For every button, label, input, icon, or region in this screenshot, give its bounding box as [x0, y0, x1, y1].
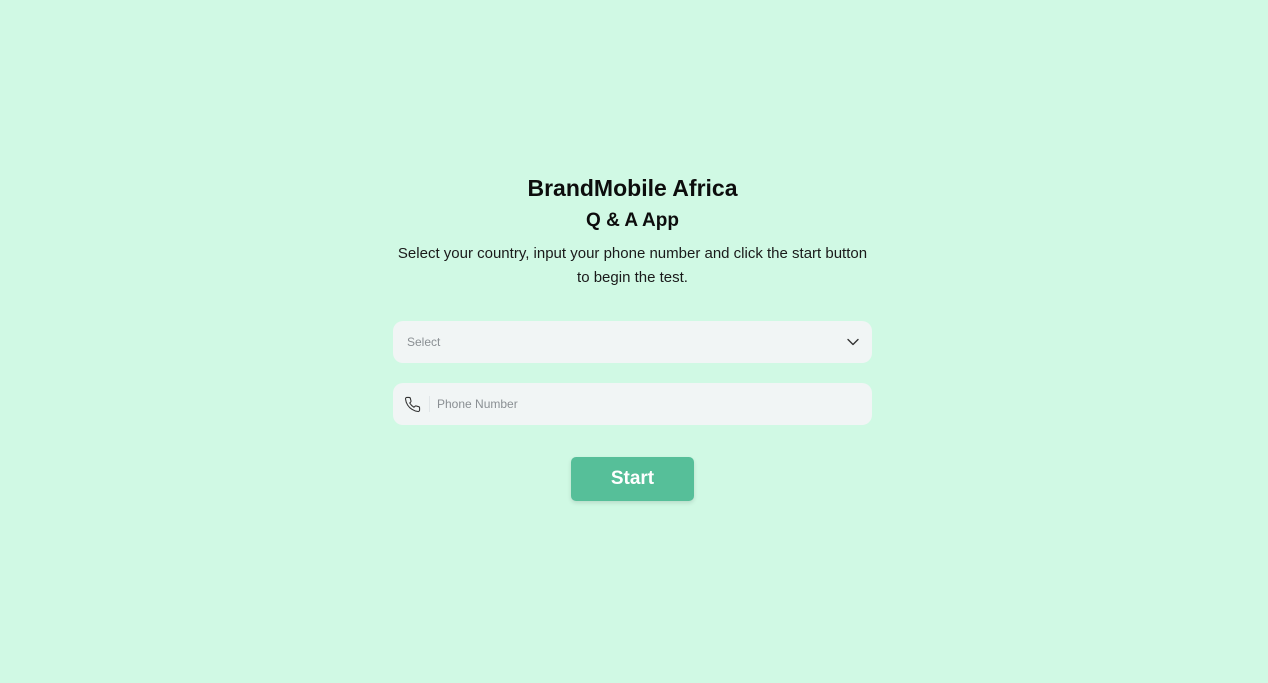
app-subtitle: Q & A App — [586, 210, 679, 231]
country-select-value: Select — [407, 335, 441, 349]
instructions-text: Select your country, input your phone nu… — [397, 245, 868, 286]
app-title: BrandMobile Africa — [527, 175, 738, 201]
start-button[interactable]: Start — [571, 457, 694, 501]
phone-field-divider — [429, 396, 430, 412]
start-form-container: BrandMobile Africa Q & A App Select your… — [393, 172, 872, 501]
phone-number-input[interactable] — [437, 383, 860, 425]
phone-number-field[interactable] — [393, 383, 872, 425]
chevron-down-icon[interactable] — [846, 335, 860, 349]
country-select[interactable]: Select — [393, 321, 872, 363]
phone-icon — [403, 395, 421, 413]
